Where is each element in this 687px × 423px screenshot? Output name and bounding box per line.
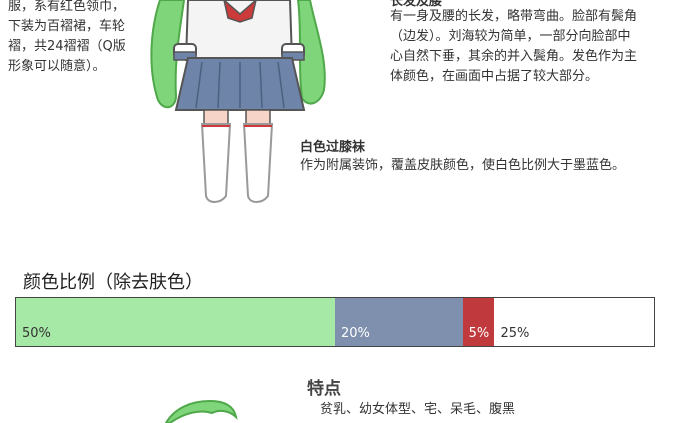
- outfit-line: 服，系有红色领巾，: [8, 0, 126, 14]
- ratio-segment-label: 20%: [341, 326, 370, 341]
- ratio-segment-label: 25%: [500, 326, 530, 341]
- hair-line: 有一身及腰的长发，略带弯曲。脸部有鬓角: [390, 9, 638, 24]
- hair-line: （边发）。刘海较为简单，一部分向脸部中: [390, 29, 631, 44]
- hair-line: 心自然下垂，其余的并入鬓角。发色作为主: [390, 49, 638, 64]
- socks-title: 白色过膝袜: [300, 140, 366, 155]
- ratio-segment: 20%: [335, 298, 463, 346]
- ratio-segment: 25%: [494, 298, 654, 346]
- color-ratio-title: 颜色比例（除去肤色）: [23, 272, 203, 293]
- hair-description: 有一身及腰的长发，略带弯曲。脸部有鬓角 （边发）。刘海较为简单，一部分向脸部中 …: [390, 7, 637, 87]
- outfit-line: 褶，共24褶褶（Q版: [8, 39, 126, 54]
- ratio-segment: 5%: [462, 298, 495, 346]
- socks-description: 作为附属装饰，覆盖皮肤颜色，使白色比例大于墨蓝色。: [300, 158, 626, 173]
- outfit-line: 下装为百褶裙，车轮: [8, 19, 126, 34]
- hair-line: 体颜色，在画面中占据了较大部分。: [390, 69, 599, 84]
- ahoge-hair-illustration: [164, 399, 238, 423]
- sock-left: [200, 123, 232, 203]
- outfit-description: 服，系有红色领巾， 下装为百褶裙，车轮 褶，共24褶褶（Q版 形象可以随意）。: [8, 0, 126, 77]
- shirt: [184, 0, 294, 61]
- character-illustration: [150, 0, 326, 203]
- color-ratio-bar: 50% 20% 5% 25%: [15, 297, 655, 347]
- ratio-segment-label: 5%: [468, 326, 490, 341]
- leg-left: [203, 109, 229, 125]
- ratio-segment: 50%: [16, 298, 335, 346]
- traits-description: 贫乳、幼女体型、宅、呆毛、腹黑: [320, 402, 516, 417]
- ratio-segment-label: 50%: [22, 326, 51, 341]
- traits-title: 特点: [307, 379, 341, 399]
- sock-right: [242, 123, 274, 203]
- leg-right: [245, 109, 271, 125]
- outfit-line: 形象可以随意）。: [8, 59, 106, 74]
